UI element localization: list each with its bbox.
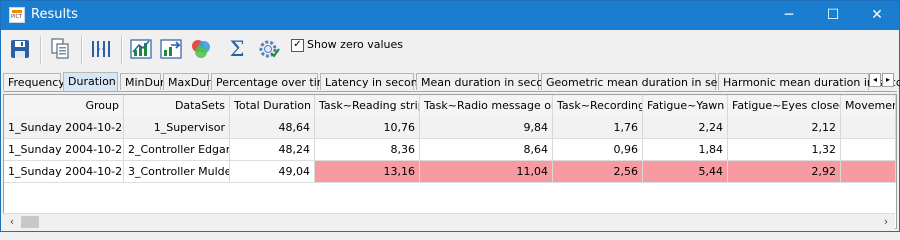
column-header-fatigue-eyes-closed[interactable]: Fatigue~Eyes closed bbox=[728, 95, 841, 117]
cell-group[interactable]: 1_Sunday 2004-10-23 bbox=[4, 117, 124, 138]
color-circles-icon[interactable] bbox=[189, 37, 213, 61]
cell-dataset[interactable]: 3_Controller Mulder bbox=[124, 161, 230, 182]
maximize-button[interactable]: ☐ bbox=[811, 1, 855, 30]
cell-task-recording[interactable]: 0,96 bbox=[553, 139, 643, 160]
cell-fatigue-eyes-closed[interactable]: 2,12 bbox=[728, 117, 841, 138]
cell-fatigue-yawn[interactable]: 1,84 bbox=[643, 139, 728, 160]
show-zero-values-label: Show zero values bbox=[307, 38, 404, 51]
toolbar: Σ ✓ Show zero values bbox=[1, 30, 899, 70]
cell-total-duration[interactable]: 49,04 bbox=[230, 161, 315, 182]
export-chart-icon[interactable] bbox=[159, 37, 183, 61]
cell-movement[interactable] bbox=[841, 139, 896, 160]
column-header-total-duration[interactable]: Total Duration bbox=[230, 95, 315, 117]
results-window: Results ─ ☐ ✕ bbox=[0, 0, 900, 232]
cell-task-radio-message-out[interactable]: 8,64 bbox=[420, 139, 553, 160]
horizontal-scrollbar[interactable]: ‹ › bbox=[3, 213, 895, 229]
scroll-left-button[interactable]: ‹ bbox=[5, 216, 19, 228]
cell-fatigue-yawn[interactable]: 5,44 bbox=[643, 161, 728, 182]
results-grid: Group DataSets Total Duration Task~Readi… bbox=[3, 94, 897, 229]
cell-total-duration[interactable]: 48,24 bbox=[230, 139, 315, 160]
cell-movement[interactable] bbox=[841, 161, 896, 182]
cell-group[interactable]: 1_Sunday 2004-10-23 bbox=[4, 161, 124, 182]
column-header-group[interactable]: Group bbox=[4, 95, 124, 117]
minimize-button[interactable]: ─ bbox=[767, 1, 811, 30]
cell-task-recording[interactable]: 1,76 bbox=[553, 117, 643, 138]
cell-task-reading-strip[interactable]: 10,76 bbox=[315, 117, 420, 138]
tab-mindur[interactable]: MinDur bbox=[120, 73, 164, 90]
column-header-movement[interactable]: Movement bbox=[841, 95, 896, 117]
tab-scroll-right-button[interactable]: ▸ bbox=[882, 73, 894, 87]
cell-task-recording[interactable]: 2,56 bbox=[553, 161, 643, 182]
app-icon bbox=[9, 7, 25, 23]
cell-task-radio-message-out[interactable]: 11,04 bbox=[420, 161, 553, 182]
cell-fatigue-eyes-closed[interactable]: 1,32 bbox=[728, 139, 841, 160]
copy-icon[interactable] bbox=[48, 37, 72, 61]
window-title: Results bbox=[31, 7, 78, 22]
cell-task-reading-strip[interactable]: 13,16 bbox=[315, 161, 420, 182]
show-zero-values-checkbox[interactable]: ✓ bbox=[291, 39, 304, 52]
tab-scroll-left-button[interactable]: ◂ bbox=[869, 73, 881, 87]
tab-harmonic-mean-duration-in-seconds[interactable]: Harmonic mean duration in seco bbox=[718, 73, 900, 90]
table-row[interactable]: 1_Sunday 2004-10-23 2_Controller Edgar 4… bbox=[4, 139, 896, 161]
save-icon[interactable] bbox=[9, 37, 33, 61]
cell-group[interactable]: 1_Sunday 2004-10-23 bbox=[4, 139, 124, 160]
cell-fatigue-eyes-closed[interactable]: 2,92 bbox=[728, 161, 841, 182]
cell-movement[interactable] bbox=[841, 117, 896, 138]
cell-fatigue-yawn[interactable]: 2,24 bbox=[643, 117, 728, 138]
column-header-datasets[interactable]: DataSets bbox=[124, 95, 230, 117]
grid-header: Group DataSets Total Duration Task~Readi… bbox=[4, 95, 896, 118]
table-row[interactable]: 1_Sunday 2004-10-23 1_Supervisor 48,64 1… bbox=[4, 117, 896, 139]
column-header-task-radio-message-out[interactable]: Task~Radio message out bbox=[420, 95, 553, 117]
tab-percentage-over-time[interactable]: Percentage over time bbox=[211, 73, 334, 90]
toolbar-separator bbox=[40, 36, 42, 64]
tab-latency-in-seconds[interactable]: Latency in seconds bbox=[320, 73, 430, 90]
close-button[interactable]: ✕ bbox=[855, 1, 899, 30]
cell-task-radio-message-out[interactable]: 9,84 bbox=[420, 117, 553, 138]
scroll-right-button[interactable]: › bbox=[879, 216, 893, 228]
column-header-task-reading-strip[interactable]: Task~Reading strip bbox=[315, 95, 420, 117]
tab-frequency[interactable]: Frequency bbox=[3, 73, 65, 90]
toolbar-separator bbox=[81, 36, 83, 64]
toolbar-separator bbox=[121, 36, 123, 64]
table-row[interactable]: 1_Sunday 2004-10-23 3_Controller Mulder … bbox=[4, 161, 896, 183]
tab-mean-duration-in-seconds[interactable]: Mean duration in seconds bbox=[416, 73, 563, 90]
cell-dataset[interactable]: 1_Supervisor bbox=[124, 117, 230, 138]
tab-maxdur[interactable]: MaxDur bbox=[163, 73, 211, 90]
settings-check-icon[interactable] bbox=[257, 37, 281, 61]
cell-task-reading-strip[interactable]: 8,36 bbox=[315, 139, 420, 160]
tab-duration[interactable]: Duration bbox=[63, 72, 118, 91]
column-header-task-recording[interactable]: Task~Recording bbox=[553, 95, 643, 117]
scrollbar-thumb[interactable] bbox=[21, 216, 39, 228]
column-header-fatigue-yawn[interactable]: Fatigue~Yawn bbox=[643, 95, 728, 117]
title-bar: Results ─ ☐ ✕ bbox=[1, 1, 899, 30]
tab-geometric-mean-duration-in-seconds[interactable]: Geometric mean duration in seconds bbox=[541, 73, 750, 90]
results-tabs: Frequency Duration MinDur MaxDur Percent… bbox=[3, 72, 900, 92]
sum-icon[interactable]: Σ bbox=[225, 37, 249, 61]
split-columns-icon[interactable] bbox=[89, 37, 113, 61]
bar-chart-icon[interactable] bbox=[129, 37, 153, 61]
cell-total-duration[interactable]: 48,64 bbox=[230, 117, 315, 138]
cell-dataset[interactable]: 2_Controller Edgar bbox=[124, 139, 230, 160]
